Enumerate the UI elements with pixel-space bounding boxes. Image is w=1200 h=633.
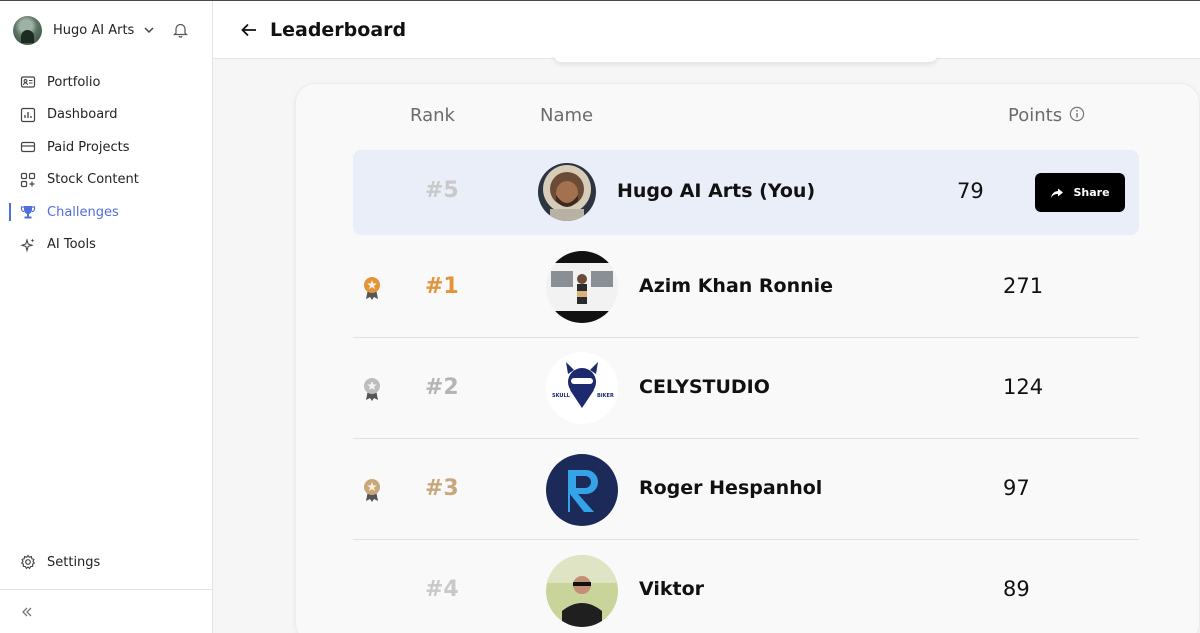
info-icon[interactable] — [1069, 106, 1085, 122]
points-value: 271 — [1003, 274, 1044, 298]
logo-text-left: SKULL — [552, 393, 571, 399]
share-label: Share — [1073, 186, 1110, 199]
gear-icon — [20, 554, 36, 570]
avatar[interactable] — [13, 15, 42, 45]
rank-value: #3 — [425, 476, 459, 501]
table-row: #2 SKULL BIKER CELYSTUDIO 124 — [353, 338, 1139, 439]
sidebar-item-label: Portfolio — [47, 74, 101, 90]
double-chevron-left-icon — [20, 603, 34, 622]
share-button[interactable]: Share — [1035, 173, 1125, 212]
points-value: 97 — [1003, 476, 1030, 500]
table-row: #4 Viktor 89 — [353, 540, 1139, 633]
rank-value: #5 — [425, 178, 459, 203]
account-switcher[interactable]: Hugo AI Arts — [13, 15, 155, 45]
points-value: 89 — [1003, 577, 1030, 601]
page-title: Leaderboard — [270, 18, 407, 41]
rank-value: #2 — [425, 375, 459, 400]
account-name: Hugo AI Arts — [53, 22, 135, 38]
player-name: Azim Khan Ronnie — [639, 275, 834, 297]
bronze-medal-icon — [362, 477, 382, 503]
avatar — [546, 454, 618, 526]
player-name: CELYSTUDIO — [639, 376, 770, 398]
avatar — [546, 251, 618, 323]
sidebar: Hugo AI Arts Portfolio Dashboard Paid Pr… — [0, 1, 213, 633]
sidebar-item-stock-content[interactable]: Stock Content — [0, 164, 212, 197]
back-arrow-icon[interactable] — [240, 21, 258, 39]
sidebar-item-settings[interactable]: Settings — [0, 546, 212, 578]
sidebar-item-ai-tools[interactable]: AI Tools — [0, 229, 212, 262]
points-value: 124 — [1003, 375, 1044, 399]
current-user-row: #5 Hugo AI Arts (You) 79 Share — [353, 150, 1139, 235]
sidebar-item-label: Paid Projects — [47, 139, 130, 155]
table-row: #1 Azim Khan Ronnie 271 — [353, 237, 1139, 338]
sidebar-item-label: Dashboard — [47, 107, 118, 123]
sidebar-item-label: Stock Content — [47, 172, 139, 188]
share-arrow-icon — [1050, 186, 1064, 200]
chevron-down-icon[interactable] — [143, 24, 155, 36]
peek-card — [553, 53, 938, 62]
player-name: Hugo AI Arts (You) — [617, 180, 816, 202]
sparkle-icon — [20, 237, 36, 253]
settings-label: Settings — [47, 554, 101, 570]
sidebar-item-dashboard[interactable]: Dashboard — [0, 99, 212, 132]
silver-medal-icon — [362, 376, 382, 402]
column-header-name: Name — [540, 105, 594, 126]
avatar — [538, 163, 596, 221]
sidebar-item-paid-projects[interactable]: Paid Projects — [0, 131, 212, 164]
player-name: Viktor — [639, 578, 705, 600]
paid-projects-icon — [20, 139, 36, 155]
avatar: SKULL BIKER — [546, 352, 618, 424]
dashboard-icon — [20, 107, 36, 123]
sidebar-item-challenges[interactable]: Challenges — [0, 196, 212, 229]
bell-icon[interactable] — [172, 21, 189, 38]
column-header-points: Points — [1008, 105, 1063, 126]
avatar — [546, 555, 618, 627]
rank-value: #1 — [425, 274, 459, 299]
logo-text-right: BIKER — [597, 393, 614, 399]
sidebar-nav: Portfolio Dashboard Paid Projects Stock … — [0, 66, 212, 261]
portfolio-icon — [20, 74, 36, 90]
stock-content-icon — [20, 172, 36, 188]
collapse-sidebar-button[interactable] — [0, 589, 212, 633]
table-row: #3 Roger Hespanhol 97 — [353, 439, 1139, 540]
points-value: 79 — [957, 179, 984, 203]
gold-medal-icon — [362, 275, 382, 301]
player-name: Roger Hespanhol — [639, 477, 823, 499]
page-header: Leaderboard — [213, 1, 1200, 59]
rank-value: #4 — [425, 577, 459, 602]
sidebar-item-portfolio[interactable]: Portfolio — [0, 66, 212, 99]
trophy-icon — [20, 204, 36, 220]
column-header-rank: Rank — [410, 105, 455, 126]
sidebar-item-label: Challenges — [47, 204, 119, 220]
sidebar-item-label: AI Tools — [47, 237, 96, 253]
